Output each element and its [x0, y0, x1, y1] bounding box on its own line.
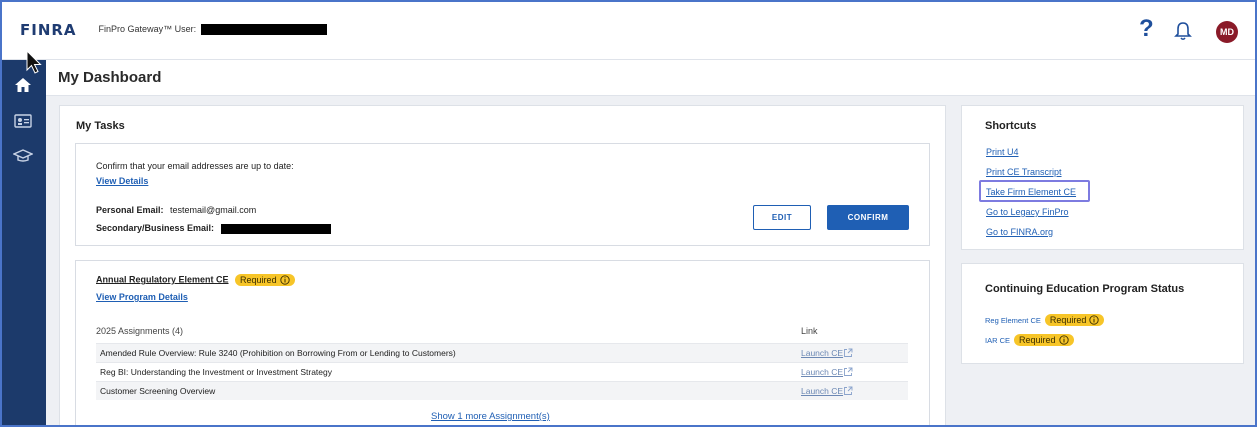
assignment-name: Customer Screening Overview — [100, 386, 216, 396]
view-program-details-link[interactable]: View Program Details — [96, 292, 188, 302]
personal-email-label: Personal Email: — [96, 205, 164, 215]
required-badge-text: Required — [240, 275, 277, 285]
sidebar — [0, 60, 46, 427]
info-icon[interactable] — [1058, 335, 1069, 345]
view-details-link[interactable]: View Details — [96, 176, 148, 186]
id-card-icon[interactable] — [13, 112, 33, 130]
my-tasks-title: My Tasks — [76, 120, 125, 132]
launch-ce-link[interactable]: Launch CE — [801, 386, 843, 396]
shortcut-print-u4[interactable]: Print U4 — [986, 147, 1019, 157]
notification-bell-icon[interactable] — [1172, 20, 1194, 42]
launch-ce-link[interactable]: Launch CE — [801, 348, 843, 358]
gateway-user-text: FinPro Gateway™ User: — [98, 23, 197, 34]
ce-status-row: Reg Element CE Required — [985, 314, 1105, 326]
mouse-cursor-icon — [26, 50, 42, 74]
required-badge: Required — [1044, 314, 1105, 326]
email-question: Confirm that your email addresses are up… — [96, 161, 294, 171]
edit-button[interactable]: EDIT — [753, 205, 811, 230]
help-icon[interactable]: ? — [1139, 17, 1154, 41]
secondary-email-row: Secondary/Business Email: — [96, 223, 331, 234]
required-badge-text: Required — [1019, 335, 1056, 345]
launch-ce-link[interactable]: Launch CE — [801, 367, 843, 377]
graduation-cap-icon[interactable] — [13, 146, 33, 164]
external-link-icon[interactable] — [843, 367, 853, 377]
ce-program-status-card: Continuing Education Program Status Reg … — [961, 263, 1244, 364]
link-column-header: Link — [801, 326, 818, 336]
required-badge: Required — [1014, 334, 1074, 346]
personal-email-value: testemail@gmail.com — [170, 205, 257, 215]
external-link-icon[interactable] — [843, 386, 853, 396]
table-row: Customer Screening Overview Launch CE — [96, 381, 908, 400]
redacted-secondary-email — [220, 223, 331, 234]
shortcut-take-firm-element-ce[interactable]: Take Firm Element CE — [986, 187, 1076, 197]
external-link-icon[interactable] — [843, 348, 853, 358]
personal-email-row: Personal Email: testemail@gmail.com — [96, 205, 256, 215]
email-confirmation-card: Confirm that your email addresses are up… — [75, 143, 930, 246]
ce-status-row: IAR CE Required — [985, 334, 1074, 346]
table-row: Amended Rule Overview: Rule 3240 (Prohib… — [96, 343, 908, 362]
home-icon[interactable] — [13, 76, 33, 94]
finra-logo[interactable]: FINRA — [20, 21, 77, 39]
my-tasks-card: My Tasks Confirm that your email address… — [59, 105, 946, 427]
regulatory-title-row: Annual Regulatory Element CE Required — [96, 274, 295, 286]
info-icon[interactable] — [1089, 315, 1100, 325]
assignments-table-header: 2025 Assignments (4) Link — [96, 326, 908, 336]
gateway-user-label: FinPro Gateway™ User: — [98, 23, 327, 36]
show-more-assignments-link[interactable]: Show 1 more Assignment(s) — [431, 411, 550, 422]
required-badge: Required — [235, 274, 295, 286]
ce-status-title: Continuing Education Program Status — [985, 283, 1185, 295]
info-icon[interactable] — [279, 275, 290, 285]
shortcut-go-to-finra-org[interactable]: Go to FINRA.org — [986, 227, 1053, 237]
iar-ce-link[interactable]: IAR CE — [985, 336, 1010, 345]
shortcut-go-to-legacy-finpro[interactable]: Go to Legacy FinPro — [986, 207, 1069, 217]
user-avatar[interactable]: MD — [1216, 21, 1238, 43]
top-bar: FINRA FinPro Gateway™ User: ? MD — [0, 0, 1257, 60]
regulatory-title-link[interactable]: Annual Regulatory Element CE — [96, 274, 229, 284]
shortcut-print-ce-transcript[interactable]: Print CE Transcript — [986, 167, 1062, 177]
required-badge-text: Required — [1049, 315, 1087, 325]
assignment-name: Reg BI: Understanding the Investment or … — [100, 367, 332, 377]
assignments-header: 2025 Assignments (4) — [96, 326, 184, 336]
confirm-button[interactable]: CONFIRM — [827, 205, 909, 230]
shortcuts-card: Shortcuts Print U4 Print CE Transcript T… — [961, 105, 1244, 250]
regulatory-element-card: Annual Regulatory Element CE Required Vi… — [75, 260, 930, 427]
reg-element-ce-link[interactable]: Reg Element CE — [985, 316, 1041, 325]
assignment-name: Amended Rule Overview: Rule 3240 (Prohib… — [100, 348, 456, 358]
table-row: Reg BI: Understanding the Investment or … — [96, 362, 908, 381]
secondary-email-label: Secondary/Business Email: — [96, 223, 215, 233]
dashboard-header: My Dashboard — [46, 60, 1257, 96]
page-title: My Dashboard — [58, 69, 162, 86]
shortcuts-title: Shortcuts — [985, 120, 1037, 132]
redacted-username — [200, 24, 327, 36]
